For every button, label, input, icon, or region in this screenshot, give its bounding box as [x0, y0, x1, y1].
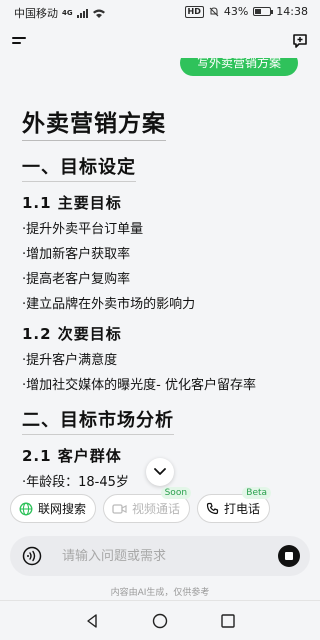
- list-item: ·建立品牌在外卖市场的影响力: [22, 297, 196, 312]
- chip-label: 视频通话: [132, 502, 181, 516]
- clock: 14:38: [276, 5, 308, 18]
- input-bar: [10, 536, 310, 576]
- hd-badge: HD: [184, 5, 204, 18]
- scroll-to-bottom-button[interactable]: [146, 458, 174, 486]
- phone-call-chip[interactable]: 打电话 Beta: [197, 487, 272, 523]
- subsection-heading: 1.1 主要目标: [22, 194, 122, 212]
- video-call-chip[interactable]: 视频通话 Soon: [103, 487, 192, 523]
- wifi-icon: [92, 9, 105, 18]
- stop-icon: [285, 552, 293, 560]
- back-icon[interactable]: [84, 613, 100, 629]
- section-heading: 一、目标设定: [22, 153, 136, 182]
- list-item: ·增加新客户获取率: [22, 247, 131, 262]
- globe-icon: [19, 502, 33, 515]
- battery-percent: 43%: [223, 5, 249, 18]
- video-icon: [112, 503, 127, 514]
- carrier-label: 中国移动: [14, 7, 58, 20]
- chip-label: 联网搜索: [38, 502, 87, 516]
- user-message-bubble: 写外卖营销方案: [180, 58, 298, 76]
- prompt-input[interactable]: [62, 545, 262, 567]
- subsection-heading: 1.2 次要目标: [22, 325, 122, 343]
- chip-label: 打电话: [224, 502, 261, 516]
- beta-badge: Beta: [242, 487, 272, 499]
- chevron-down-icon: [154, 468, 166, 475]
- mute-bell-icon: [209, 6, 219, 16]
- section-heading: 二、目标市场分析: [22, 406, 174, 435]
- app-bar: [0, 24, 320, 58]
- list-item: ·提高老客户复购率: [22, 272, 131, 287]
- stop-generation-button[interactable]: [278, 545, 300, 567]
- doc-title: 外卖营销方案: [22, 104, 166, 141]
- signal-icon: [76, 8, 88, 18]
- chat-content: 写外卖营销方案 外卖营销方案 一、目标设定 1.1 主要目标 ·提升外卖平台订单…: [0, 58, 320, 488]
- battery-icon: [253, 7, 274, 16]
- system-nav-bar: [0, 600, 320, 640]
- list-item: ·提升客户满意度: [22, 353, 118, 368]
- list-item: ·提升外卖平台订单量: [22, 222, 144, 237]
- new-chat-icon[interactable]: [292, 33, 308, 49]
- home-icon[interactable]: [152, 613, 168, 629]
- battery-level: [255, 9, 262, 14]
- web-search-chip[interactable]: 联网搜索: [10, 494, 97, 523]
- network-label: 4G: [62, 9, 73, 17]
- ai-response: 外卖营销方案 一、目标设定 1.1 主要目标 ·提升外卖平台订单量 ·增加新客户…: [22, 104, 308, 488]
- phone-icon: [206, 502, 219, 515]
- ai-disclaimer: 内容由AI生成，仅供参考: [110, 588, 210, 598]
- menu-icon[interactable]: [12, 35, 28, 47]
- list-item: ·增加社交媒体的曝光度- 优化客户留存率: [22, 378, 256, 393]
- recents-icon[interactable]: [220, 613, 236, 629]
- feature-chips: 联网搜索 视频通话 Soon 打电话 Beta: [10, 487, 272, 524]
- soon-badge: Soon: [160, 487, 192, 499]
- voice-input-icon[interactable]: [22, 546, 42, 566]
- status-bar: 中国移动 4G HD 43% 14:38: [0, 0, 320, 24]
